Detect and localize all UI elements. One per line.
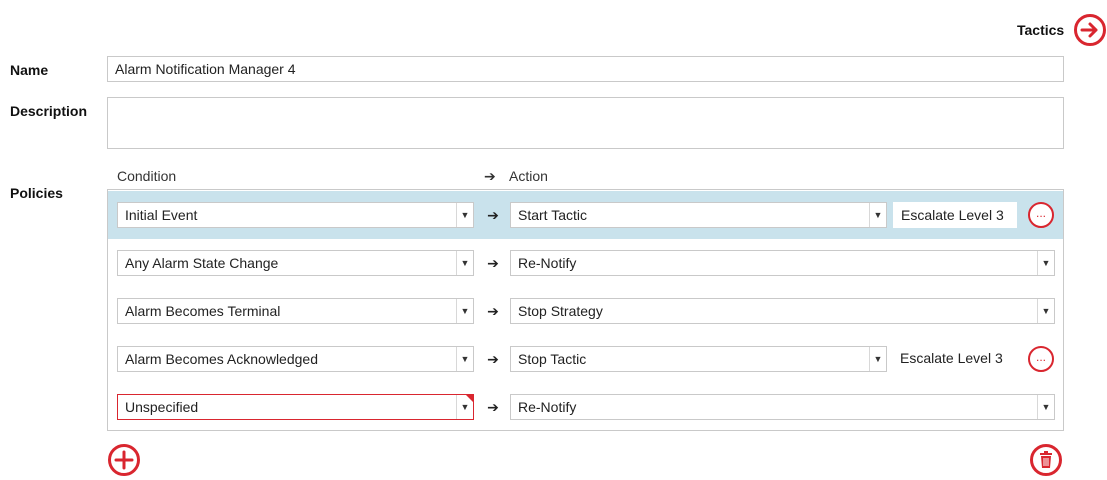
chevron-down-icon[interactable]: ▼ [1037,395,1054,419]
chevron-down-icon[interactable]: ▼ [1037,251,1054,275]
policy-row[interactable]: Initial Event ▼ ➔ Start Tactic ▼ Escalat… [108,191,1063,239]
validation-error-marker [466,395,473,402]
tactic-name: Escalate Level 3 [893,202,1017,228]
action-select[interactable]: Stop Strategy ▼ [510,298,1055,324]
row-arrow: ➔ [487,255,499,271]
chevron-down-icon[interactable]: ▼ [869,347,886,371]
chevron-down-icon[interactable]: ▼ [456,347,473,371]
tactics-arrow-icon[interactable] [1073,13,1107,47]
condition-value: Unspecified [125,399,199,415]
condition-select[interactable]: Any Alarm State Change ▼ [117,250,474,276]
action-value: Start Tactic [518,207,587,223]
policies-list: Initial Event ▼ ➔ Start Tactic ▼ Escalat… [107,189,1064,431]
delete-policy-icon[interactable] [1029,443,1063,477]
action-value: Stop Strategy [518,303,603,319]
condition-value: Alarm Becomes Terminal [125,303,281,319]
chevron-down-icon[interactable]: ▼ [456,251,473,275]
policy-row[interactable]: Alarm Becomes Acknowledged ▼ ➔ Stop Tact… [108,335,1063,383]
action-value: Re-Notify [518,399,577,415]
description-label: Description [10,103,88,119]
condition-select[interactable]: Unspecified ▼ [117,394,474,420]
tactic-name: Escalate Level 3 [900,350,1003,366]
action-select[interactable]: Stop Tactic ▼ [510,346,887,372]
name-input[interactable] [107,56,1064,82]
chevron-down-icon[interactable]: ▼ [456,299,473,323]
tactic-options-button[interactable]: ... [1028,202,1054,228]
action-select[interactable]: Start Tactic ▼ [510,202,887,228]
chevron-down-icon[interactable]: ▼ [1037,299,1054,323]
add-policy-icon[interactable] [107,443,141,477]
row-arrow: ➔ [487,399,499,415]
action-value: Re-Notify [518,255,577,271]
condition-header: Condition [117,168,177,184]
policy-row[interactable]: Unspecified ▼ ➔ Re-Notify ▼ [108,383,1063,431]
description-input[interactable] [107,97,1064,149]
action-select[interactable]: Re-Notify ▼ [510,250,1055,276]
condition-select[interactable]: Initial Event ▼ [117,202,474,228]
row-arrow: ➔ [487,207,499,223]
condition-select[interactable]: Alarm Becomes Terminal ▼ [117,298,474,324]
action-value: Stop Tactic [518,351,587,367]
policy-row[interactable]: Alarm Becomes Terminal ▼ ➔ Stop Strategy… [108,287,1063,335]
chevron-down-icon[interactable]: ▼ [456,203,473,227]
row-arrow: ➔ [487,351,499,367]
action-header: Action [509,168,548,184]
action-header-arrow: ➔ [484,168,496,184]
condition-value: Initial Event [125,207,198,223]
policies-label: Policies [10,185,63,201]
condition-select[interactable]: Alarm Becomes Acknowledged ▼ [117,346,474,372]
tactic-options-button[interactable]: ... [1028,346,1054,372]
policy-row[interactable]: Any Alarm State Change ▼ ➔ Re-Notify ▼ [108,239,1063,287]
condition-value: Any Alarm State Change [125,255,279,271]
condition-value: Alarm Becomes Acknowledged [125,351,318,367]
name-label: Name [10,62,49,78]
action-select[interactable]: Re-Notify ▼ [510,394,1055,420]
row-arrow: ➔ [487,303,499,319]
tactics-label[interactable]: Tactics [1017,22,1064,38]
chevron-down-icon[interactable]: ▼ [869,203,886,227]
